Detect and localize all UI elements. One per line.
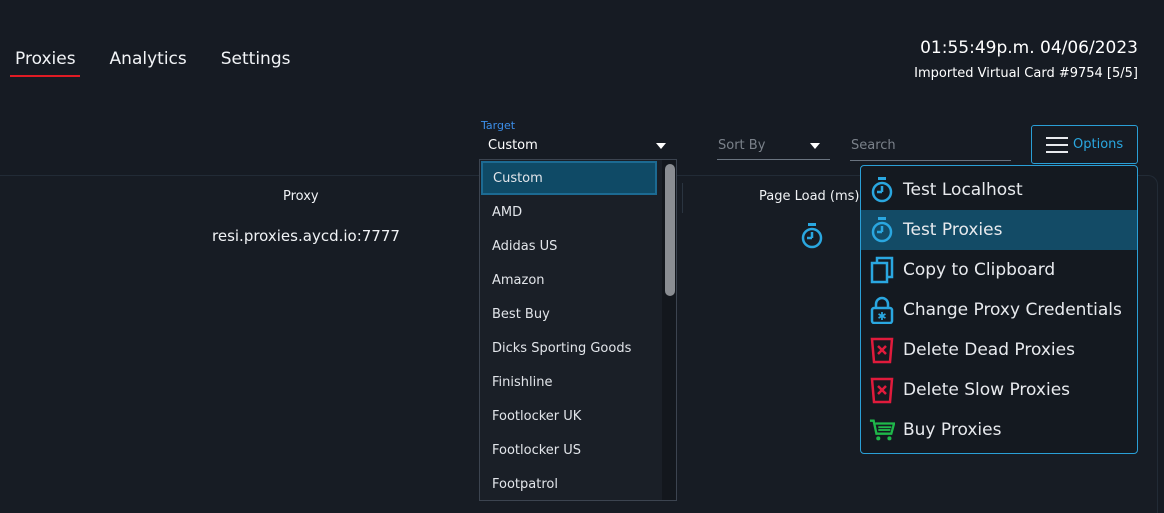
column-divider (682, 183, 683, 213)
tab-analytics[interactable]: Analytics (105, 47, 191, 77)
menu-item-label: Delete Slow Proxies (903, 380, 1071, 400)
copy-icon (869, 256, 895, 284)
target-value: Custom (488, 138, 538, 153)
chevron-down-icon (656, 143, 666, 149)
menu-item-label: Copy to Clipboard (903, 260, 1056, 280)
cart-icon (869, 417, 895, 443)
clock-display: 01:55:49p.m. 04/06/2023 (920, 38, 1138, 58)
target-option[interactable]: Adidas US (480, 229, 662, 263)
dropdown-scrollbar[interactable] (662, 160, 676, 500)
target-option[interactable]: Finishline (480, 365, 662, 399)
delete-icon (869, 337, 895, 364)
target-dropdown: Custom AMD Adidas US Amazon Best Buy Dic… (479, 159, 677, 501)
menu-item-label: Change Proxy Credentials (903, 300, 1122, 320)
menu-item-label: Delete Dead Proxies (903, 340, 1075, 360)
menu-item-delete-slow[interactable]: Delete Slow Proxies (861, 370, 1137, 410)
menu-item-delete-dead[interactable]: Delete Dead Proxies (861, 330, 1137, 370)
target-option[interactable]: Dicks Sporting Goods (480, 331, 662, 365)
delete-icon (869, 377, 895, 404)
tab-proxies[interactable]: Proxies (10, 47, 80, 77)
menu-item-change-credentials[interactable]: ✱ Change Proxy Credentials (861, 290, 1137, 330)
target-option[interactable]: Footlocker UK (480, 399, 662, 433)
options-label: Options (1073, 137, 1124, 152)
search-placeholder: Search (851, 138, 896, 153)
tab-settings[interactable]: Settings (216, 47, 295, 77)
target-option[interactable]: Amazon (480, 263, 662, 297)
sort-by-select[interactable]: Sort By (717, 134, 830, 160)
svg-text:✱: ✱ (877, 310, 886, 323)
lock-icon: ✱ (869, 296, 895, 324)
search-input[interactable]: Search (850, 134, 1011, 161)
stopwatch-icon[interactable] (800, 222, 824, 254)
menu-item-buy-proxies[interactable]: Buy Proxies (861, 410, 1137, 450)
menu-item-label: Buy Proxies (903, 420, 1002, 440)
target-label: Target (481, 119, 516, 132)
scrollbar-thumb[interactable] (665, 164, 675, 296)
options-menu: Test Localhost Test Proxies Copy to Clip… (860, 165, 1138, 454)
card-info: Imported Virtual Card #9754 [5/5] (914, 66, 1138, 81)
sort-placeholder: Sort By (718, 138, 766, 153)
menu-item-copy-clipboard[interactable]: Copy to Clipboard (861, 250, 1137, 290)
top-bar: Proxies Analytics Settings 01:55:49p.m. … (0, 0, 1164, 100)
hamburger-icon (1046, 136, 1068, 153)
proxy-address-cell: resi.proxies.aycd.io:7777 (212, 227, 400, 245)
column-header-page-load[interactable]: Page Load (ms) (759, 189, 860, 204)
target-option[interactable]: Custom (481, 161, 657, 195)
chevron-down-icon (810, 143, 820, 149)
target-option[interactable]: Footlocker US (480, 433, 662, 467)
main-tabs: Proxies Analytics Settings (10, 47, 319, 77)
target-option[interactable]: AMD (480, 195, 662, 229)
target-select[interactable]: Custom (480, 134, 676, 160)
menu-item-test-localhost[interactable]: Test Localhost (861, 170, 1137, 210)
target-option[interactable]: Footpatrol (480, 467, 662, 500)
stopwatch-icon (869, 177, 895, 203)
menu-item-test-proxies[interactable]: Test Proxies (861, 210, 1137, 250)
target-option[interactable]: Best Buy (480, 297, 662, 331)
menu-item-label: Test Proxies (903, 220, 1003, 240)
options-button[interactable]: Options (1031, 125, 1138, 164)
menu-item-label: Test Localhost (903, 180, 1023, 200)
stopwatch-icon (869, 217, 895, 243)
column-header-proxy[interactable]: Proxy (283, 189, 319, 204)
